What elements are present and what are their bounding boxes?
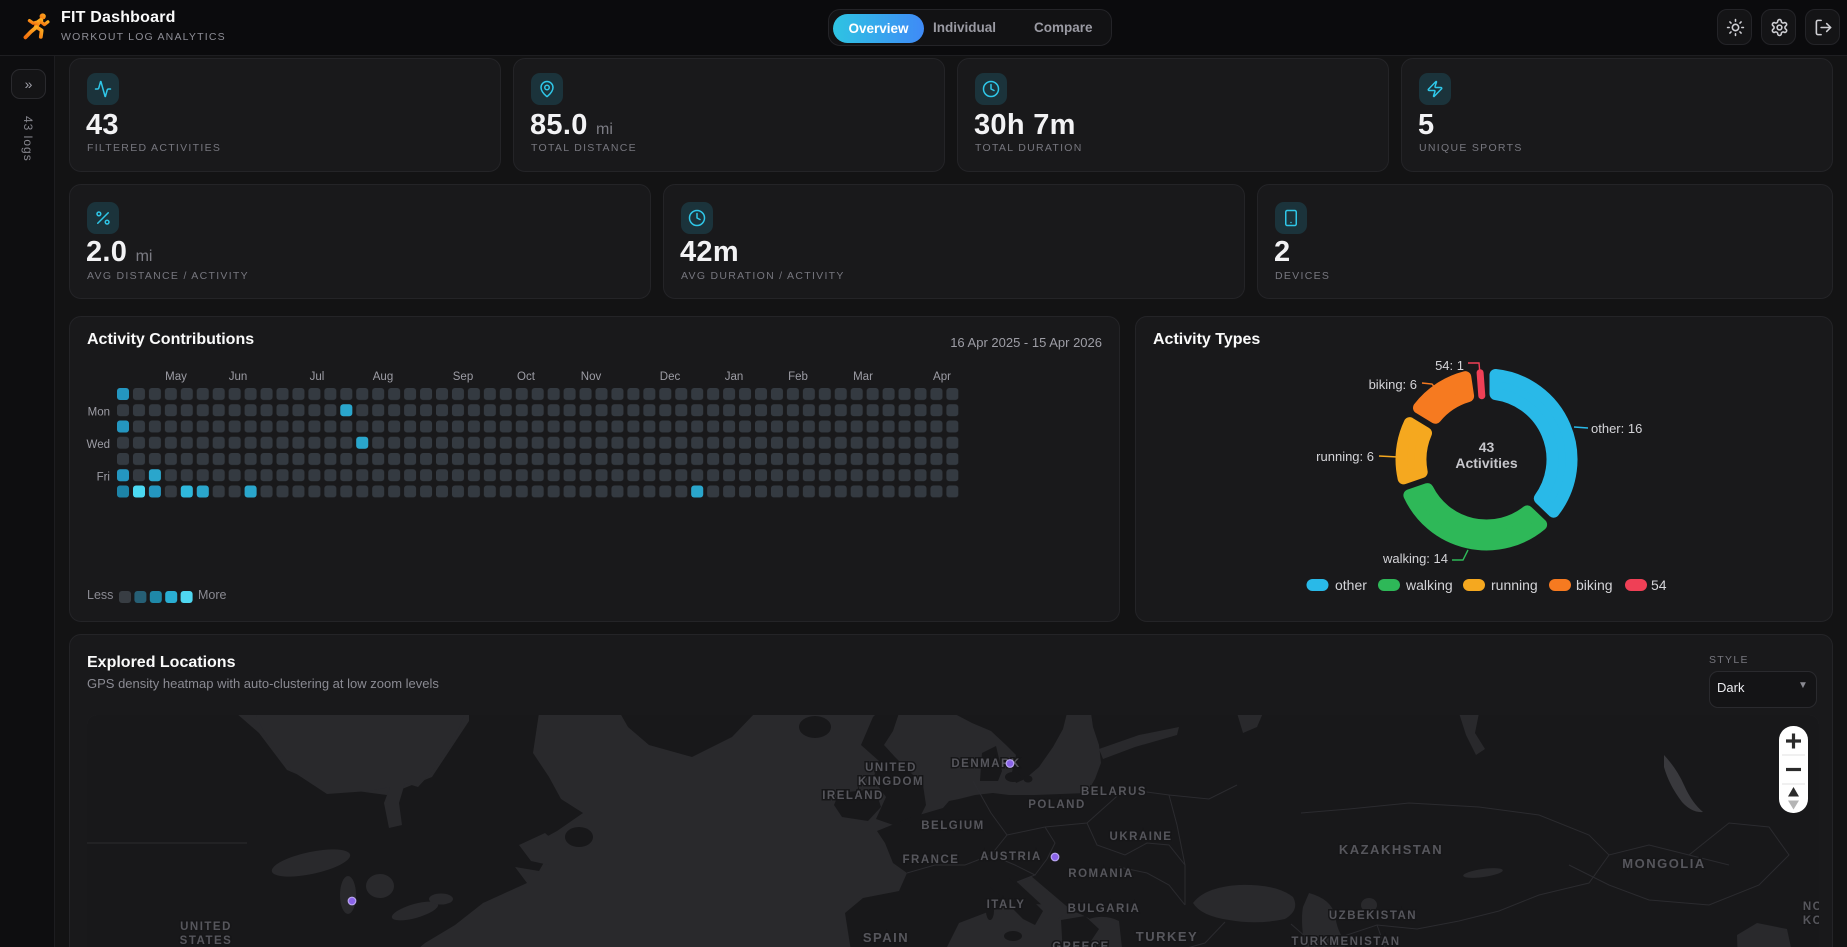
svg-text:Apr: Apr [933,371,951,383]
svg-text:Sep: Sep [453,371,473,383]
svg-text:54: 54 [1651,577,1667,593]
svg-text:Jan: Jan [725,371,744,383]
svg-text:running: running [1491,577,1538,593]
svg-text:Jul: Jul [310,371,325,383]
svg-text:AUSTRIA: AUSTRIA [980,851,1042,863]
svg-text:Wed: Wed [87,439,110,451]
svg-text:FRANCE: FRANCE [903,854,960,866]
svg-text:Aug: Aug [373,371,393,383]
svg-text:UNITED: UNITED [865,762,917,774]
svg-text:ROMANIA: ROMANIA [1068,868,1133,880]
svg-text:SPAIN: SPAIN [863,930,909,945]
svg-text:Oct: Oct [517,371,536,383]
svg-text:Mon: Mon [88,407,110,419]
svg-text:GREECE: GREECE [1052,941,1110,947]
svg-text:BELARUS: BELARUS [1081,786,1147,798]
svg-text:TURKEY: TURKEY [1136,929,1198,944]
svg-text:biking: biking [1576,577,1613,593]
svg-text:running: 6: running: 6 [1316,449,1374,464]
svg-text:KINGDOM: KINGDOM [858,776,924,788]
svg-text:43: 43 [1479,439,1495,455]
svg-text:NO: NO [1803,901,1819,913]
svg-text:KO: KO [1803,915,1819,927]
svg-text:walking: walking [1405,577,1453,593]
svg-text:STATES: STATES [180,935,233,947]
svg-text:other: other [1335,577,1367,593]
svg-text:BELGIUM: BELGIUM [921,820,985,832]
svg-text:other: 16: other: 16 [1591,421,1642,436]
svg-text:Dec: Dec [660,371,681,383]
svg-text:ITALY: ITALY [987,899,1026,911]
svg-text:Mar: Mar [853,371,873,383]
svg-text:Activities: Activities [1455,455,1517,471]
svg-text:POLAND: POLAND [1028,799,1086,811]
svg-text:KAZAKHSTAN: KAZAKHSTAN [1339,842,1443,857]
svg-text:biking: 6: biking: 6 [1369,377,1417,392]
svg-text:UKRAINE: UKRAINE [1110,831,1173,843]
svg-text:Feb: Feb [788,371,808,383]
svg-text:BULGARIA: BULGARIA [1068,903,1141,915]
svg-text:MONGOLIA: MONGOLIA [1622,856,1706,871]
svg-text:UZBEKISTAN: UZBEKISTAN [1329,910,1417,922]
svg-text:TURKMENISTAN: TURKMENISTAN [1291,936,1400,947]
svg-text:IRELAND: IRELAND [822,790,884,802]
svg-text:UNITED: UNITED [180,921,232,933]
svg-text:May: May [165,371,187,383]
svg-text:54: 1: 54: 1 [1435,358,1464,373]
svg-text:Nov: Nov [581,371,602,383]
svg-text:Fri: Fri [97,472,110,484]
svg-text:walking: 14: walking: 14 [1382,551,1448,566]
svg-text:Jun: Jun [229,371,248,383]
